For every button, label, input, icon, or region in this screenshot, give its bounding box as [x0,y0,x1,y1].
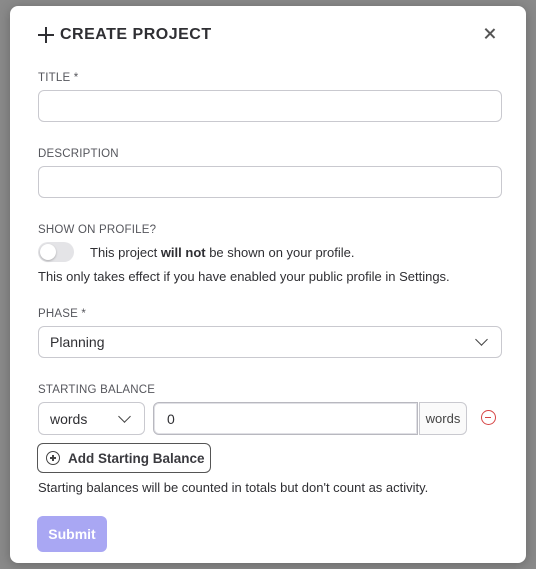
toggle-knob [40,244,56,260]
balance-helper-text: Starting balances will be counted in tot… [38,480,429,495]
show-on-profile-toggle[interactable] [38,242,74,262]
chevron-down-icon [118,409,131,423]
phase-select[interactable]: Planning [38,326,502,358]
starting-balance-label: STARTING BALANCE [38,384,156,396]
submit-button[interactable]: Submit [37,516,107,552]
balance-amount-input[interactable]: 0 [153,402,418,435]
unit-value: words [50,410,88,427]
toggle-text-bold: will not [160,245,206,260]
description-label: DESCRIPTION [38,148,119,160]
chevron-down-icon [475,333,488,346]
modal-title: CREATE PROJECT [60,26,212,43]
show-on-profile-label: SHOW ON PROFILE? [38,224,157,236]
circle-plus-icon [46,451,60,465]
amount-suffix: words [419,402,467,435]
plus-icon [38,27,54,43]
add-starting-balance-button[interactable]: Add Starting Balance [37,443,211,473]
toggle-text-before: This project [90,245,161,260]
balance-unit-select[interactable]: words [38,402,145,435]
description-input[interactable] [38,166,502,198]
add-balance-label: Add Starting Balance [68,450,205,466]
remove-balance-icon[interactable] [481,410,496,425]
close-icon[interactable] [482,26,498,42]
phase-value: Planning [50,334,105,350]
modal-header: CREATE PROJECT [38,26,212,44]
toggle-description: This project will not be shown on your p… [90,245,354,260]
profile-helper-text: This only takes effect if you have enabl… [38,269,450,284]
title-label: TITLE * [38,72,79,84]
toggle-text-after: be shown on your profile. [205,245,355,260]
create-project-modal: CREATE PROJECT TITLE * DESCRIPTION SHOW … [10,6,526,563]
phase-label: PHASE * [38,308,87,320]
title-input[interactable] [38,90,502,122]
